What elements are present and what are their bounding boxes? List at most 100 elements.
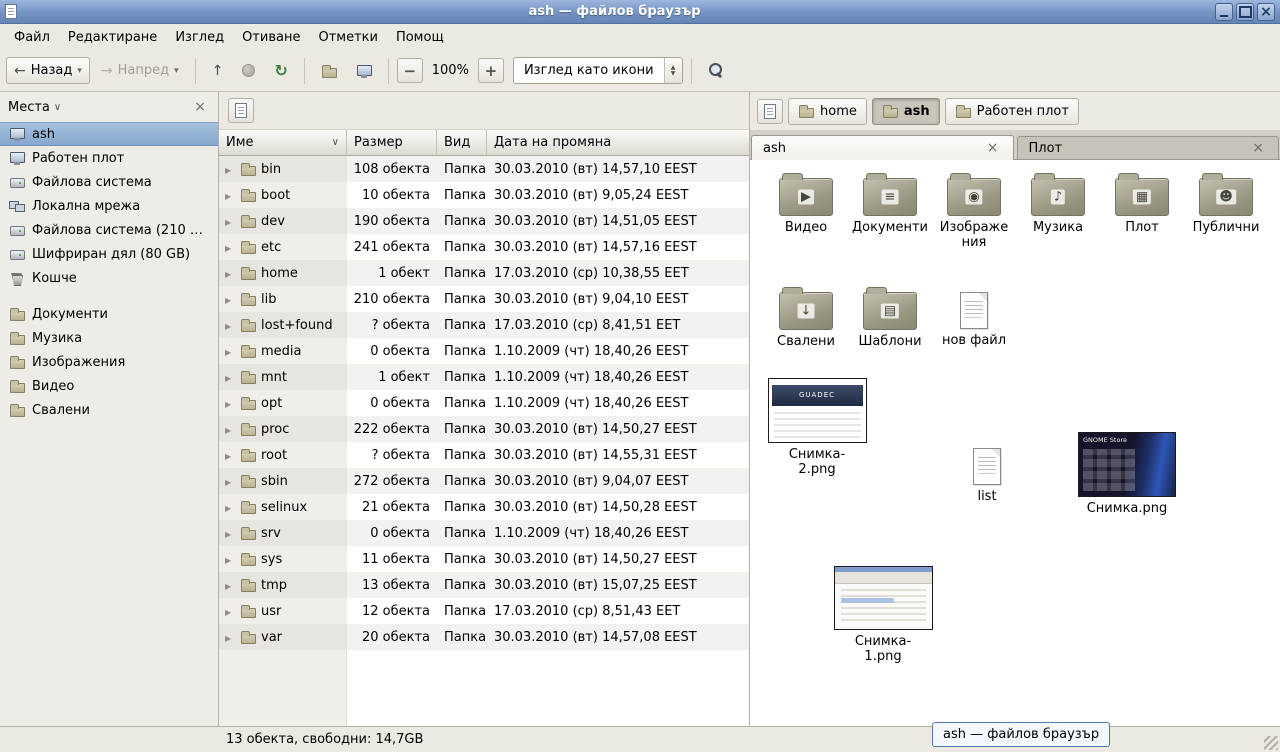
close-button[interactable] bbox=[1257, 3, 1275, 21]
icon-item-snimka2[interactable]: GUADEC Снимка-2.png bbox=[759, 378, 875, 478]
tab-close-icon[interactable]: × bbox=[1249, 141, 1267, 155]
breadcrumb-ash[interactable]: ash bbox=[872, 98, 940, 125]
menu-item[interactable]: Помощ bbox=[388, 27, 452, 48]
column-header-date[interactable]: Дата на промяна bbox=[487, 130, 749, 156]
up-button[interactable]: ↑ bbox=[204, 58, 232, 84]
table-row[interactable]: usr 12 обекта Папка 17.03.2010 (ср) 8,51… bbox=[219, 598, 749, 624]
sidebar-item[interactable]: Кошче bbox=[0, 266, 218, 290]
column-header-name[interactable]: Име ∨ bbox=[219, 130, 347, 156]
table-row[interactable]: lost+found ? обекта Папка 17.03.2010 (ср… bbox=[219, 312, 749, 338]
breadcrumb-desktop[interactable]: Работен плот bbox=[945, 98, 1079, 125]
column-header-size[interactable]: Размер bbox=[347, 130, 437, 156]
back-dropdown-icon[interactable]: ▾ bbox=[77, 66, 82, 76]
icon-item-snimka[interactable]: GNOME Store Снимка.png bbox=[1067, 432, 1187, 517]
table-row[interactable]: sys 11 обекта Папка 30.03.2010 (вт) 14,5… bbox=[219, 546, 749, 572]
menu-item[interactable]: Файл bbox=[6, 27, 58, 48]
icon-item-public[interactable]: Публични bbox=[1184, 176, 1268, 251]
icon-item-video[interactable]: Видео bbox=[764, 176, 848, 251]
expander-icon[interactable] bbox=[225, 240, 235, 255]
sidebar-item[interactable]: Шифриран дял (80 GB) bbox=[0, 242, 218, 266]
menu-item[interactable]: Редактиране bbox=[60, 27, 165, 48]
sidebar-item[interactable]: ash bbox=[0, 122, 218, 146]
table-row[interactable]: opt 0 обекта Папка 1.10.2009 (чт) 18,40,… bbox=[219, 390, 749, 416]
taskbar-window-label[interactable]: ash — файлов браузър bbox=[932, 722, 1110, 747]
table-row[interactable]: dev 190 обекта Папка 30.03.2010 (вт) 14,… bbox=[219, 208, 749, 234]
sidebar-title[interactable]: Места bbox=[8, 100, 50, 115]
sidebar-item[interactable]: Свалени bbox=[0, 398, 218, 422]
minimize-button[interactable] bbox=[1215, 3, 1233, 21]
icon-item-documents[interactable]: Документи bbox=[848, 176, 932, 251]
table-row[interactable]: home 1 обект Папка 17.03.2010 (ср) 10,38… bbox=[219, 260, 749, 286]
table-row[interactable]: bin 108 обекта Папка 30.03.2010 (вт) 14,… bbox=[219, 156, 749, 182]
icon-item-desktop[interactable]: Плот bbox=[1100, 176, 1184, 251]
expander-icon[interactable] bbox=[225, 552, 235, 567]
expander-icon[interactable] bbox=[225, 396, 235, 411]
sidebar-item[interactable]: Документи bbox=[0, 302, 218, 326]
sidebar-item[interactable]: Работен плот bbox=[0, 146, 218, 170]
forward-button[interactable]: → Напред ▾ bbox=[93, 57, 187, 84]
table-row[interactable]: proc 222 обекта Папка 30.03.2010 (вт) 14… bbox=[219, 416, 749, 442]
combo-arrows-icon[interactable]: ▲▼ bbox=[664, 58, 682, 83]
zoom-in-button[interactable]: + bbox=[478, 58, 504, 83]
expander-icon[interactable] bbox=[225, 344, 235, 359]
expander-icon[interactable] bbox=[225, 526, 235, 541]
view-selector[interactable]: Изглед като икони ▲▼ bbox=[513, 57, 683, 84]
home-button[interactable] bbox=[313, 57, 345, 85]
table-row[interactable]: tmp 13 обекта Папка 30.03.2010 (вт) 15,0… bbox=[219, 572, 749, 598]
icon-item-downloads[interactable]: Свалени bbox=[764, 290, 848, 350]
table-row[interactable]: mnt 1 обект Папка 1.10.2009 (чт) 18,40,2… bbox=[219, 364, 749, 390]
zoom-out-button[interactable]: − bbox=[397, 58, 423, 83]
expander-icon[interactable] bbox=[225, 188, 235, 203]
expander-icon[interactable] bbox=[225, 214, 235, 229]
sidebar-item[interactable]: Видео bbox=[0, 374, 218, 398]
tab-close-icon[interactable]: × bbox=[984, 141, 1002, 155]
location-toggle-button[interactable] bbox=[228, 98, 254, 123]
reload-button[interactable]: ↻ bbox=[266, 57, 295, 85]
computer-button[interactable] bbox=[348, 57, 380, 85]
table-row[interactable]: sbin 272 обекта Папка 30.03.2010 (вт) 9,… bbox=[219, 468, 749, 494]
breadcrumb-home[interactable]: home bbox=[788, 98, 867, 125]
table-row[interactable]: etc 241 обекта Папка 30.03.2010 (вт) 14,… bbox=[219, 234, 749, 260]
icon-item-templates[interactable]: Шаблони bbox=[848, 290, 932, 350]
expander-icon[interactable] bbox=[225, 422, 235, 437]
sidebar-close-icon[interactable]: × bbox=[190, 99, 210, 115]
sidebar-item[interactable]: Музика bbox=[0, 326, 218, 350]
sidebar-item[interactable]: Изображения bbox=[0, 350, 218, 374]
location-toggle-button[interactable] bbox=[757, 99, 783, 124]
expander-icon[interactable] bbox=[225, 448, 235, 463]
table-row[interactable]: lib 210 обекта Папка 30.03.2010 (вт) 9,0… bbox=[219, 286, 749, 312]
tab-plot[interactable]: Плот × bbox=[1017, 136, 1280, 159]
tab-ash[interactable]: ash × bbox=[751, 135, 1014, 160]
table-row[interactable]: selinux 21 обекта Папка 30.03.2010 (вт) … bbox=[219, 494, 749, 520]
menu-item[interactable]: Отметки bbox=[310, 27, 385, 48]
sidebar-item[interactable]: Локална мрежа bbox=[0, 194, 218, 218]
icon-item-snimka1[interactable]: Снимка-1.png bbox=[823, 566, 943, 665]
table-row[interactable]: root ? обекта Папка 30.03.2010 (вт) 14,5… bbox=[219, 442, 749, 468]
table-row[interactable]: media 0 обекта Папка 1.10.2009 (чт) 18,4… bbox=[219, 338, 749, 364]
expander-icon[interactable] bbox=[225, 292, 235, 307]
icon-item-images[interactable]: Изображения bbox=[932, 176, 1016, 251]
table-row[interactable]: var 20 обекта Папка 30.03.2010 (вт) 14,5… bbox=[219, 624, 749, 650]
maximize-button[interactable] bbox=[1236, 3, 1254, 21]
expander-icon[interactable] bbox=[225, 474, 235, 489]
expander-icon[interactable] bbox=[225, 162, 235, 177]
icon-item-list[interactable]: list bbox=[942, 446, 1032, 505]
sidebar-dropdown-icon[interactable]: ∨ bbox=[54, 102, 61, 113]
expander-icon[interactable] bbox=[225, 370, 235, 385]
expander-icon[interactable] bbox=[225, 318, 235, 333]
table-row[interactable]: srv 0 обекта Папка 1.10.2009 (чт) 18,40,… bbox=[219, 520, 749, 546]
expander-icon[interactable] bbox=[225, 500, 235, 515]
back-button[interactable]: ← Назад ▾ bbox=[6, 57, 90, 84]
icon-item-music[interactable]: Музика bbox=[1016, 176, 1100, 251]
search-button[interactable] bbox=[700, 56, 733, 85]
expander-icon[interactable] bbox=[225, 266, 235, 281]
expander-icon[interactable] bbox=[225, 604, 235, 619]
sidebar-item[interactable]: Файлова система (210 MB) bbox=[0, 218, 218, 242]
expander-icon[interactable] bbox=[225, 578, 235, 593]
column-header-kind[interactable]: Вид bbox=[437, 130, 487, 156]
menu-item[interactable]: Отиване bbox=[234, 27, 308, 48]
sidebar-item[interactable]: Файлова система bbox=[0, 170, 218, 194]
icon-view[interactable]: Видео Документи Изображения Музика Плот … bbox=[750, 160, 1280, 726]
stop-button[interactable] bbox=[234, 58, 263, 83]
icon-item-new-file[interactable]: нов файл bbox=[932, 290, 1016, 350]
